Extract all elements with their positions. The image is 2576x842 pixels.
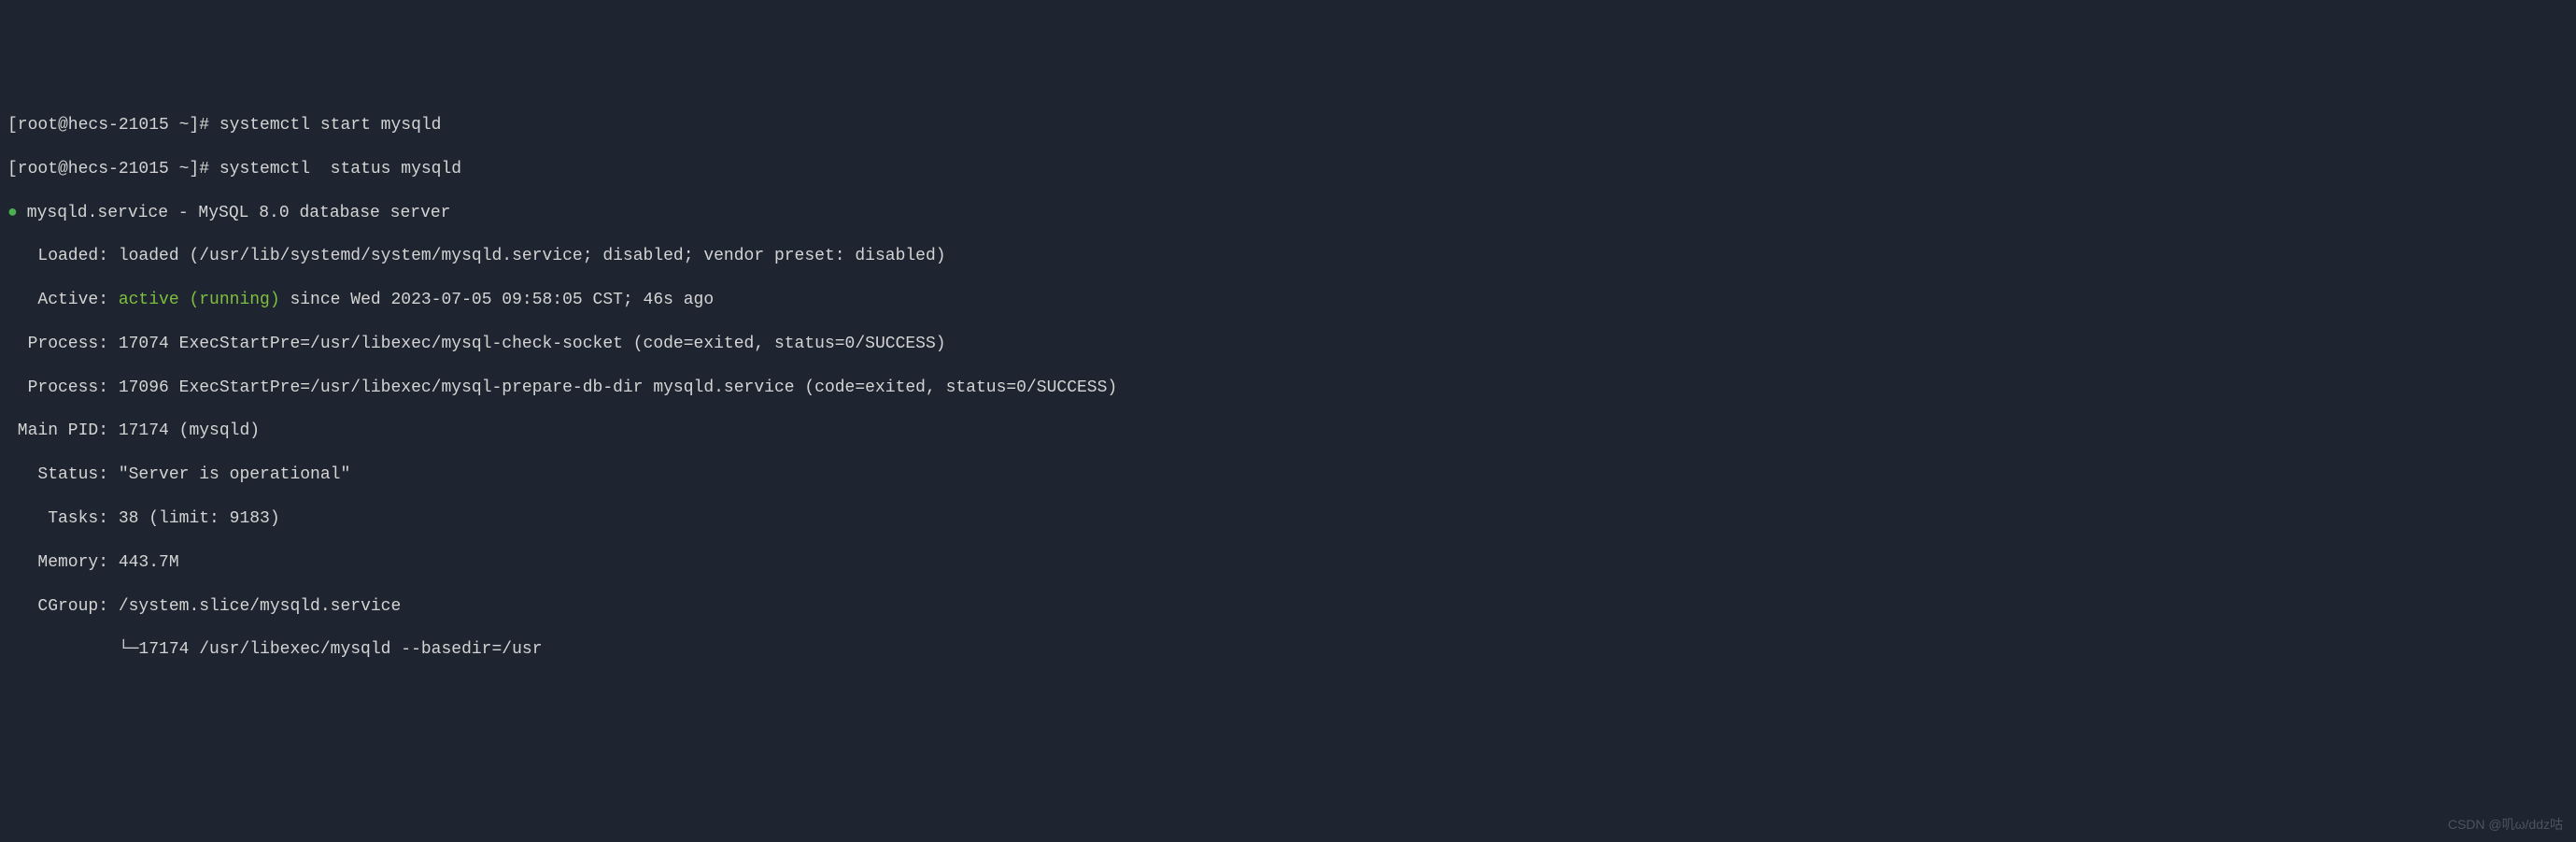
status-dot-icon: ●	[7, 203, 17, 224]
active-since: since Wed 2023-07-05 09:58:05 CST; 46s a…	[280, 291, 714, 309]
status-line: Status: "Server is operational"	[7, 464, 2569, 486]
process-value: 17096 ExecStartPre=/usr/libexec/mysql-pr…	[119, 378, 1117, 397]
loaded-label: Loaded:	[7, 247, 119, 265]
process-value: 17074 ExecStartPre=/usr/libexec/mysql-ch…	[119, 335, 946, 353]
mainpid-label: Main PID:	[7, 421, 119, 440]
cgroup-label: CGroup:	[7, 597, 119, 616]
mainpid-value: 17174 (mysqld)	[119, 421, 260, 440]
active-label: Active:	[7, 291, 119, 309]
tasks-value: 38 (limit: 9183)	[119, 509, 280, 528]
shell-prompt: [root@hecs-21015 ~]#	[7, 116, 209, 135]
status-label: Status:	[7, 465, 119, 484]
command-text: systemctl status mysqld	[209, 160, 461, 178]
cgroup-value: /system.slice/mysqld.service	[119, 597, 401, 616]
active-state: active (running)	[119, 291, 280, 309]
command-text: systemctl start mysqld	[209, 116, 441, 135]
prompt-line-2: [root@hecs-21015 ~]# systemctl status my…	[7, 159, 2569, 180]
loaded-line: Loaded: loaded (/usr/lib/systemd/system/…	[7, 246, 2569, 267]
memory-label: Memory:	[7, 553, 119, 572]
tasks-label: Tasks:	[7, 509, 119, 528]
service-header-line: ● mysqld.service - MySQL 8.0 database se…	[7, 203, 2569, 224]
process-label: Process:	[7, 378, 119, 397]
shell-prompt: [root@hecs-21015 ~]#	[7, 160, 209, 178]
watermark-text: CSDN @叽ω/ddz咕	[2448, 816, 2563, 833]
mainpid-line: Main PID: 17174 (mysqld)	[7, 421, 2569, 442]
status-value: "Server is operational"	[119, 465, 350, 484]
active-line: Active: active (running) since Wed 2023-…	[7, 290, 2569, 311]
memory-line: Memory: 443.7M	[7, 552, 2569, 574]
process-line-2: Process: 17096 ExecStartPre=/usr/libexec…	[7, 378, 2569, 399]
service-name: mysqld.service - MySQL 8.0 database serv…	[17, 204, 450, 222]
tasks-line: Tasks: 38 (limit: 9183)	[7, 508, 2569, 530]
loaded-value: loaded (/usr/lib/systemd/system/mysqld.s…	[119, 247, 946, 265]
memory-value: 443.7M	[119, 553, 179, 572]
terminal-output: [root@hecs-21015 ~]# systemctl start mys…	[7, 93, 2569, 684]
prompt-line-1: [root@hecs-21015 ~]# systemctl start mys…	[7, 115, 2569, 136]
cgroup-child-value: └─17174 /usr/libexec/mysqld --basedir=/u…	[7, 640, 543, 659]
process-line-1: Process: 17074 ExecStartPre=/usr/libexec…	[7, 334, 2569, 355]
process-label: Process:	[7, 335, 119, 353]
cgroup-line: CGroup: /system.slice/mysqld.service	[7, 596, 2569, 618]
cgroup-child-line: └─17174 /usr/libexec/mysqld --basedir=/u…	[7, 639, 2569, 661]
